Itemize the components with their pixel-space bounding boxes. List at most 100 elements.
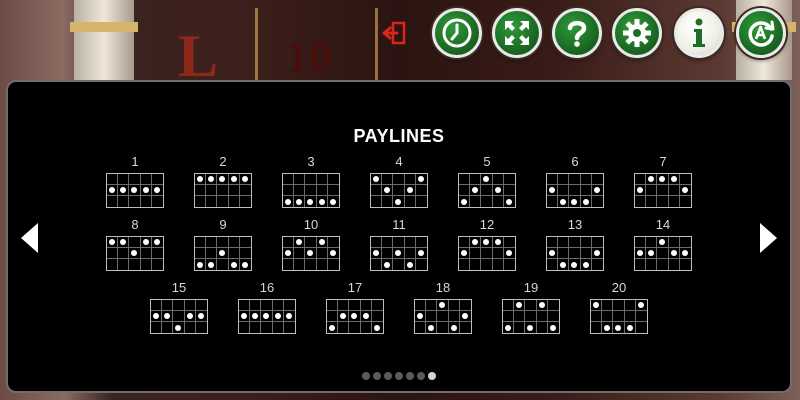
payline-dot (362, 313, 369, 319)
grid-cell (195, 248, 207, 259)
payline-number: 15 (171, 280, 187, 295)
grid-cell (504, 259, 515, 270)
grid-cell (393, 259, 405, 270)
grid-cell (668, 237, 680, 248)
grid-cell (338, 300, 350, 311)
grid-cell (327, 237, 339, 248)
reel-grid (458, 236, 516, 271)
page-dot[interactable] (395, 372, 403, 380)
payline-dot (153, 313, 160, 319)
grid-cell (294, 248, 306, 259)
help-button[interactable] (552, 8, 602, 58)
grid-cell (481, 196, 493, 207)
payline-number: 10 (303, 217, 319, 232)
grid-cell (327, 174, 339, 185)
payline-dot (307, 198, 314, 205)
payline-dot (373, 250, 380, 256)
grid-cell (503, 174, 515, 185)
payline-dot (318, 239, 325, 245)
grid-cell (635, 248, 647, 259)
payline-dot (142, 187, 149, 193)
chevron-left-icon (21, 223, 38, 253)
grid-cell (151, 322, 163, 333)
grid-cell (283, 248, 295, 259)
grid-cell (668, 185, 680, 196)
grid-cell (272, 311, 284, 322)
grid-cell (283, 196, 295, 207)
previous-page-button[interactable] (16, 220, 42, 256)
grid-cell (493, 259, 504, 270)
grid-cell (250, 300, 262, 311)
grid-cell (316, 185, 328, 196)
grid-cell (118, 248, 130, 259)
payline-dot (384, 187, 391, 193)
payline-number: 14 (655, 217, 671, 232)
grid-cell (239, 322, 251, 333)
payline-dot (549, 250, 556, 256)
grid-cell (371, 248, 383, 259)
grid-cell (382, 248, 394, 259)
fullscreen-button[interactable] (492, 8, 542, 58)
payline-dot (296, 239, 303, 245)
grid-cell (437, 322, 449, 333)
grid-cell (195, 185, 207, 196)
page-dot[interactable] (428, 372, 436, 380)
grid-cell (173, 311, 185, 322)
payline-dot (604, 324, 611, 331)
payline-dot (637, 187, 644, 193)
autoplay-button[interactable] (736, 8, 786, 58)
payline-dot (461, 250, 468, 256)
payline-dot (374, 324, 381, 331)
payline-dot (472, 239, 479, 245)
grid-cell (206, 248, 218, 259)
grid-cell (349, 300, 361, 311)
page-dot[interactable] (406, 372, 414, 380)
grid-cell (239, 311, 251, 322)
grid-cell (613, 322, 625, 333)
page-dot[interactable] (417, 372, 425, 380)
grid-cell (129, 196, 141, 207)
grid-cell (371, 185, 383, 196)
settings-button[interactable] (612, 8, 662, 58)
grid-cell (657, 248, 669, 259)
payline-diagram: 12 (457, 217, 517, 273)
grid-cell (591, 248, 603, 259)
grid-cell (118, 174, 130, 185)
grid-cell (185, 322, 196, 333)
grid-cell (580, 237, 592, 248)
payline-dot (296, 198, 303, 205)
payline-diagram: 8 (105, 217, 165, 273)
grid-cell (393, 174, 405, 185)
grid-cell (514, 322, 526, 333)
payline-number: 11 (392, 217, 406, 232)
grid-cell (371, 196, 383, 207)
history-button[interactable] (432, 8, 482, 58)
grid-cell (493, 196, 504, 207)
grid-cell (294, 174, 306, 185)
grid-cell (503, 300, 515, 311)
grid-cell (316, 248, 328, 259)
reel-grid (370, 173, 428, 208)
next-page-button[interactable] (756, 220, 782, 256)
paylines-panel: PAYLINES 1 2 3 4 5 6 7 8 9 10 11 12 13 14 15 16 17 18 19 20 (6, 80, 792, 393)
grid-cell (657, 196, 669, 207)
grid-cell (140, 237, 152, 248)
question-mark-icon (567, 20, 587, 47)
grid-cell (657, 174, 669, 185)
grid-cell (404, 248, 416, 259)
page-dot[interactable] (362, 372, 370, 380)
reel-grid (282, 236, 340, 271)
exit-button[interactable] (378, 17, 410, 49)
grid-cell (635, 311, 647, 322)
grid-cell (162, 300, 174, 311)
grid-cell (580, 174, 592, 185)
page-dot[interactable] (373, 372, 381, 380)
grid-cell (569, 248, 581, 259)
grid-cell (195, 259, 207, 270)
grid-cell (591, 322, 603, 333)
page-dot[interactable] (384, 372, 392, 380)
info-button[interactable] (674, 8, 724, 58)
payline-dot (483, 176, 490, 182)
payline-number: 6 (571, 154, 579, 169)
payline-diagram: 20 (589, 280, 649, 336)
